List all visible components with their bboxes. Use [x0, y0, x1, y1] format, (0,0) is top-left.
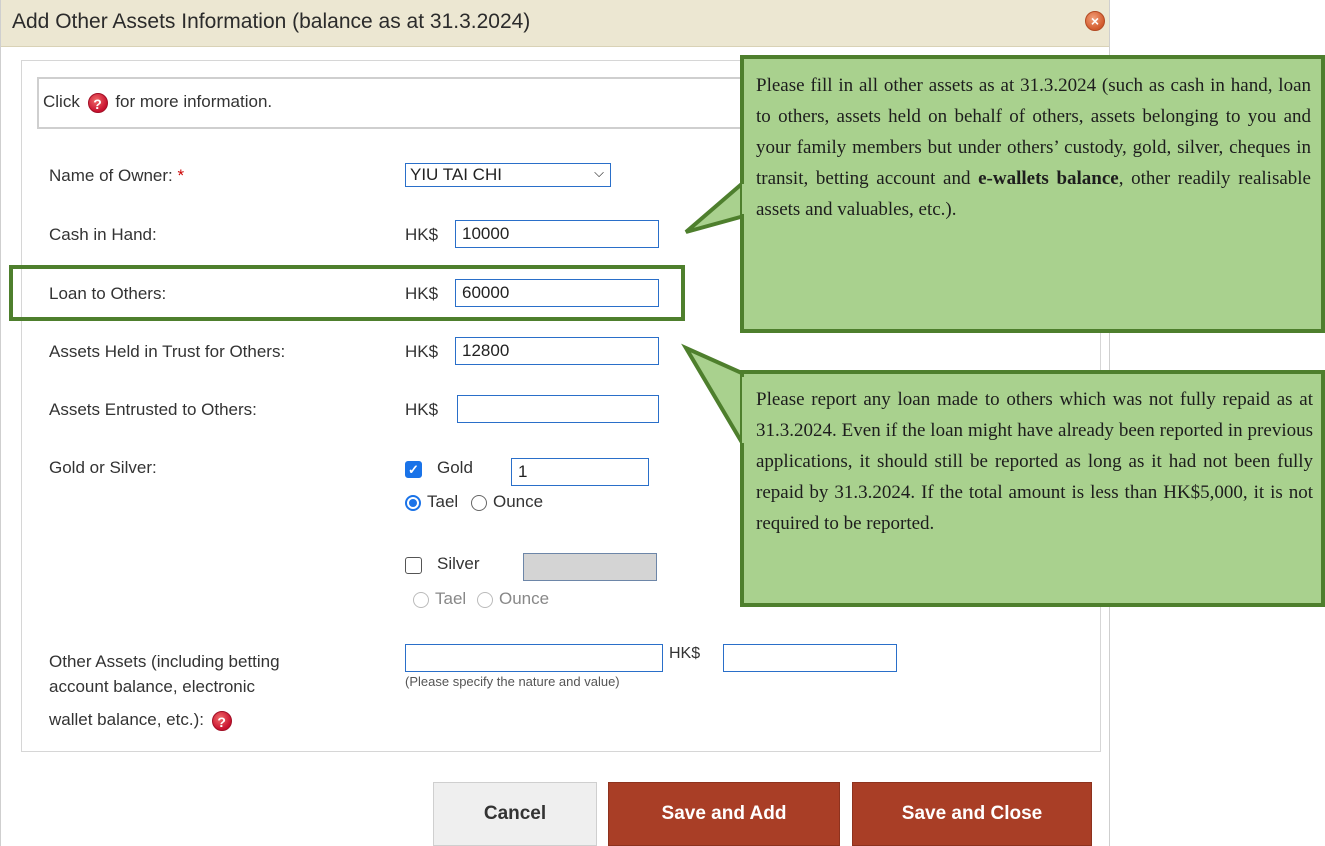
other-label-line2: account balance, electronic [49, 677, 256, 696]
callout-other-assets: Please fill in all other assets as at 31… [740, 55, 1325, 333]
cash-currency: HK$ [405, 225, 439, 244]
entrusted-input[interactable] [457, 395, 659, 423]
chevron-down-icon: ⌵ [594, 165, 604, 180]
other-currency: HK$ [669, 645, 701, 662]
owner-select[interactable]: YIU TAI CHI ⌵ [405, 163, 611, 187]
callout1-bold: e-wallets balance [978, 168, 1119, 189]
owner-select-value: YIU TAI CHI [410, 165, 502, 184]
question-icon[interactable]: ? [211, 711, 232, 731]
other-nature-input[interactable] [405, 644, 663, 672]
cancel-button[interactable]: Cancel [433, 782, 597, 846]
silver-label: Silver [437, 554, 480, 573]
other-label-line3-text: wallet balance, etc.): [49, 710, 204, 729]
silver-tael-label: Tael [435, 589, 467, 608]
loan-highlight-box [9, 265, 685, 321]
entrusted-label: Assets Entrusted to Others: [49, 400, 257, 419]
other-hint: (Please specify the nature and value) [405, 674, 620, 689]
question-icon[interactable]: ? [87, 93, 108, 113]
other-label-line3: wallet balance, etc.): ? [49, 710, 235, 731]
entrusted-currency: HK$ [405, 400, 439, 419]
save-and-add-button[interactable]: Save and Add [608, 782, 840, 846]
info-text: Click ? for more information. [43, 92, 272, 113]
info-bar: Click ? for more information. [37, 77, 797, 129]
gold-tael-radio[interactable] [405, 495, 421, 511]
cash-input[interactable] [455, 220, 659, 248]
gold-tael-label: Tael [427, 492, 459, 511]
callout2-text: Please report any loan made to others wh… [756, 389, 1313, 534]
other-label-line1: Other Assets (including betting [49, 652, 280, 671]
dialog-title: Add Other Assets Information (balance as… [12, 10, 531, 33]
gold-ounce-radio[interactable] [471, 495, 487, 511]
cash-label: Cash in Hand: [49, 225, 157, 244]
save-and-close-button[interactable]: Save and Close [852, 782, 1092, 846]
owner-label-text: Name of Owner: [49, 166, 173, 185]
owner-label: Name of Owner: * [49, 166, 184, 186]
gold-ounce-label: Ounce [493, 492, 544, 511]
close-icon[interactable]: × [1085, 11, 1105, 31]
gold-silver-label: Gold or Silver: [49, 458, 157, 477]
silver-ounce-label: Ounce [499, 589, 550, 608]
gold-quantity-input[interactable] [511, 458, 649, 486]
other-amount-input[interactable] [723, 644, 897, 672]
gold-label: Gold [437, 458, 473, 477]
info-suffix: for more information. [115, 92, 273, 111]
gold-checkbox[interactable]: ✓ [405, 461, 422, 478]
silver-checkbox[interactable] [405, 557, 422, 574]
info-prefix: Click [43, 92, 80, 111]
dialog-titlebar: Add Other Assets Information (balance as… [1, 0, 1109, 47]
trust-currency: HK$ [405, 342, 439, 361]
trust-input[interactable] [455, 337, 659, 365]
silver-quantity-input[interactable] [523, 553, 657, 581]
callout-loan-report: Please report any loan made to others wh… [740, 370, 1325, 607]
silver-ounce-radio[interactable] [477, 592, 493, 608]
silver-tael-radio[interactable] [413, 592, 429, 608]
required-mark: * [177, 166, 185, 185]
trust-label: Assets Held in Trust for Others: [49, 342, 286, 361]
